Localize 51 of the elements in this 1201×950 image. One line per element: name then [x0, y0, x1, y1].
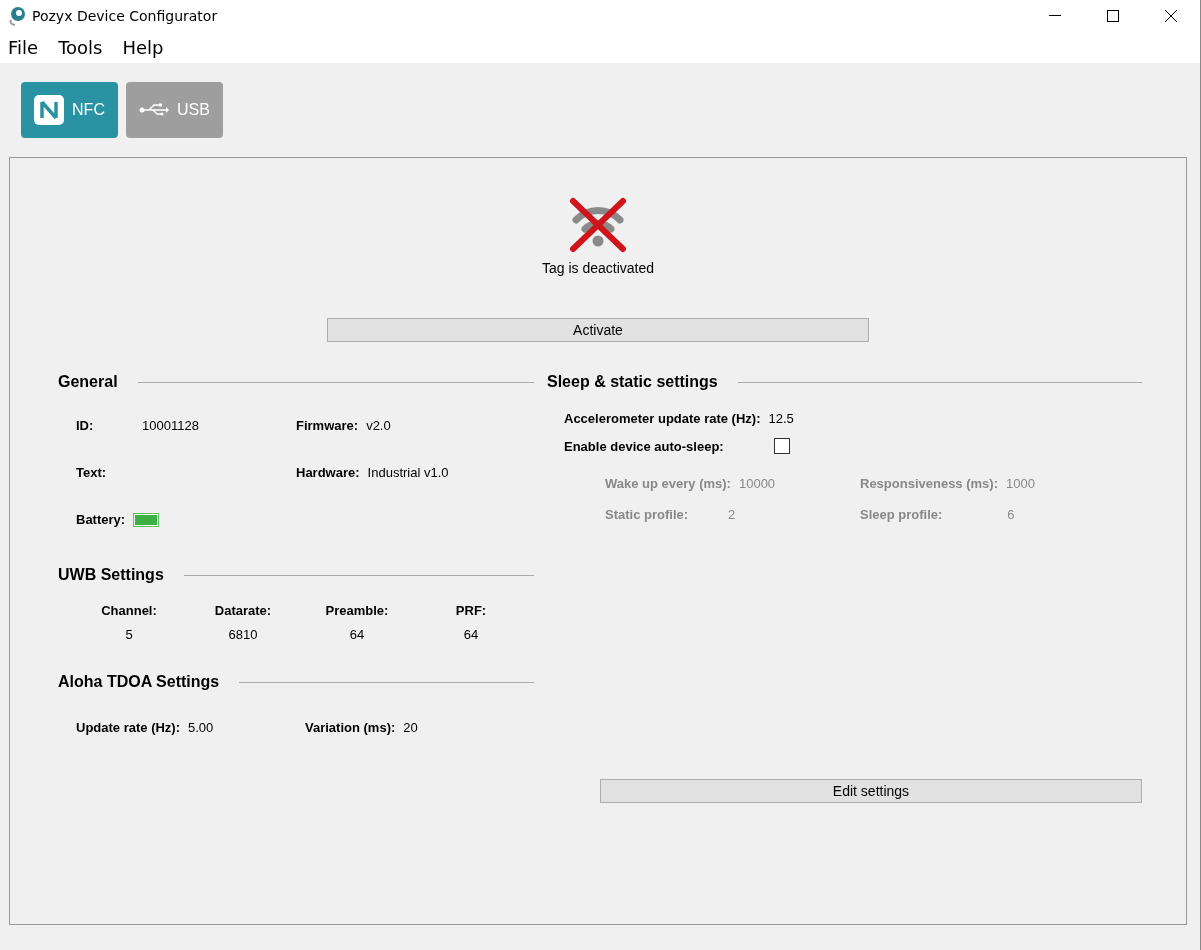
field-label: PRF: — [454, 603, 488, 618]
section-title: General — [58, 373, 118, 391]
field-label: Update rate (Hz): — [76, 720, 180, 735]
field-label: Enable device auto-sleep: — [564, 438, 724, 454]
field-label: Hardware: — [296, 465, 360, 480]
field-label: Battery: — [76, 512, 126, 527]
menu-item[interactable]: File — [8, 37, 39, 58]
minimize-icon[interactable] — [1049, 15, 1061, 17]
section-title: UWB Settings — [58, 566, 164, 584]
field-value: 5 — [124, 627, 134, 642]
field-value: 10000 — [738, 476, 776, 491]
field-value: 10001128 — [142, 418, 199, 433]
nfc-icon — [34, 95, 65, 125]
field-label: Text: — [76, 465, 107, 480]
usb-icon — [139, 103, 170, 117]
field-label: Firmware: — [296, 418, 359, 433]
field-value: 6810 — [227, 627, 259, 642]
field-label: Channel: — [100, 603, 158, 618]
edit-settings-button[interactable]: Edit settings — [600, 779, 1142, 803]
menu-item[interactable]: Help — [122, 37, 164, 58]
window-title: Pozyx Device Configurator — [32, 8, 218, 24]
field-value: 6 — [1007, 507, 1015, 522]
close-icon[interactable] — [1165, 10, 1177, 22]
checkbox[interactable] — [773, 438, 790, 454]
field-value: 1000 — [1006, 476, 1035, 491]
field-label: Sleep profile: — [860, 507, 943, 522]
activate-button[interactable]: Activate — [327, 318, 869, 342]
field-value: Industrial v1.0 — [367, 465, 449, 480]
field-label: Accelerometer update rate (Hz): — [564, 410, 761, 426]
field-value: 20 — [403, 720, 418, 735]
field-value: 12.5 — [768, 410, 794, 426]
field-value: 64 — [462, 627, 480, 642]
field-value: 2 — [728, 507, 736, 522]
field-label: Variation (ms): — [305, 720, 396, 735]
connection-button[interactable]: NFC — [21, 82, 118, 138]
field-label: Datarate: — [213, 603, 273, 618]
field-label: Static profile: — [605, 507, 689, 522]
battery-icon — [133, 512, 160, 527]
field-label: Wake up every (ms): — [605, 476, 731, 491]
field-value: 64 — [348, 627, 366, 642]
field-label: Preamble: — [324, 603, 390, 618]
menu-item[interactable]: Tools — [58, 37, 103, 58]
app-logo-icon — [8, 6, 26, 26]
field-value: 5.00 — [188, 720, 214, 735]
maximize-icon[interactable] — [1107, 10, 1119, 22]
status-text: Tag is deactivated — [541, 260, 655, 276]
field-label: Responsiveness (ms): — [860, 476, 998, 491]
field-label: ID: — [76, 418, 95, 433]
section-title: Sleep & static settings — [547, 373, 718, 391]
section-title: Aloha TDOA Settings — [58, 673, 220, 691]
field-value: v2.0 — [366, 418, 391, 433]
